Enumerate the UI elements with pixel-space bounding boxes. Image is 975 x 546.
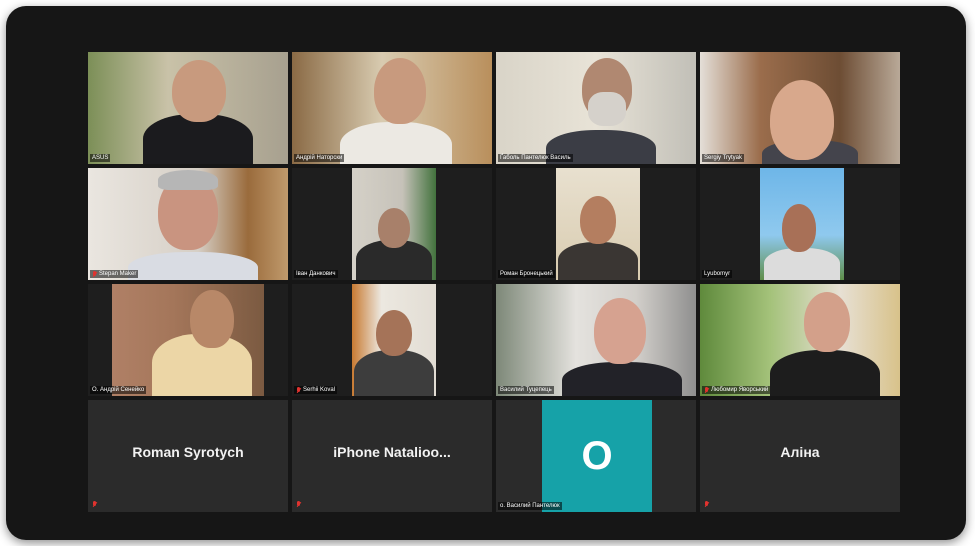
- participant-name-label: Аліна: [780, 444, 820, 460]
- gallery-grid: ASUS Андрій Наторски Ґаболь Пантелюк Вас…: [88, 52, 900, 516]
- participant-tile[interactable]: Любомир Яворський: [700, 284, 900, 396]
- muted-mic-icon: [296, 501, 301, 508]
- participant-name-label: Любомир Яворський: [702, 386, 771, 394]
- participant-name-label: Василий Туцепець: [498, 386, 554, 394]
- muted-mic-icon: [296, 386, 301, 394]
- participant-video: [700, 52, 900, 164]
- participant-name-label: Roman Syrotych: [132, 444, 244, 460]
- participant-name-label: ASUS: [90, 154, 111, 162]
- participant-tile[interactable]: Роман Бронецький: [496, 168, 696, 280]
- participant-video: [88, 168, 288, 280]
- participant-name-label: Lyubomyr: [702, 270, 733, 278]
- avatar-initial: O: [581, 433, 613, 478]
- zoom-window: ASUS Андрій Наторски Ґаболь Пантелюк Вас…: [6, 6, 966, 540]
- participant-video: [352, 168, 436, 280]
- participant-tile[interactable]: Іван Данкович: [292, 168, 492, 280]
- participant-name-label: Stepan Maker: [90, 270, 139, 278]
- participant-video: [700, 284, 900, 396]
- participant-tile[interactable]: Sergiy Trytyak: [700, 52, 900, 164]
- participant-video: [496, 284, 696, 396]
- participant-tile[interactable]: Stepan Maker: [88, 168, 288, 280]
- participant-tile[interactable]: О. Андрій Сенейко: [88, 284, 288, 396]
- participant-tile[interactable]: Serhii Koval: [292, 284, 492, 396]
- participant-tile[interactable]: Аліна: [700, 400, 900, 512]
- participant-name-label: Serhii Koval: [294, 386, 338, 394]
- participant-name-label: Ґаболь Пантелюк Василь: [498, 154, 573, 162]
- participant-name-label: Роман Бронецький: [498, 270, 555, 278]
- participant-name-label: О. Андрій Сенейко: [90, 386, 147, 394]
- participant-tile[interactable]: Ґаболь Пантелюк Василь: [496, 52, 696, 164]
- participant-tile[interactable]: ASUS: [88, 52, 288, 164]
- participant-video: [88, 52, 288, 164]
- participant-video: [496, 52, 696, 164]
- participant-tile[interactable]: iPhone Natalioo...: [292, 400, 492, 512]
- participant-tile[interactable]: Roman Syrotych: [88, 400, 288, 512]
- muted-mic-icon: [92, 270, 97, 278]
- active-speaker-tile[interactable]: Василий Туцепець: [496, 284, 696, 396]
- muted-mic-icon: [704, 386, 709, 394]
- participant-tile[interactable]: Lyubomyr: [700, 168, 900, 280]
- participant-video: [292, 52, 492, 164]
- participant-name-label: о. Василий Пантелюк: [498, 502, 562, 510]
- participant-video: [556, 168, 640, 280]
- participant-name-label: Андрій Наторски: [294, 154, 345, 162]
- participant-name-label: Іван Данкович: [294, 270, 338, 278]
- muted-mic-icon: [92, 501, 97, 508]
- participant-video: [760, 168, 844, 280]
- participant-tile[interactable]: Андрій Наторски: [292, 52, 492, 164]
- muted-mic-icon: [704, 501, 709, 508]
- participant-tile[interactable]: O о. Василий Пантелюк: [496, 400, 696, 512]
- participant-video: [112, 284, 264, 396]
- avatar: O: [542, 400, 652, 512]
- participant-name-label: Sergiy Trytyak: [702, 154, 745, 162]
- participant-name-label: iPhone Natalioo...: [333, 444, 451, 460]
- participant-video: [352, 284, 436, 396]
